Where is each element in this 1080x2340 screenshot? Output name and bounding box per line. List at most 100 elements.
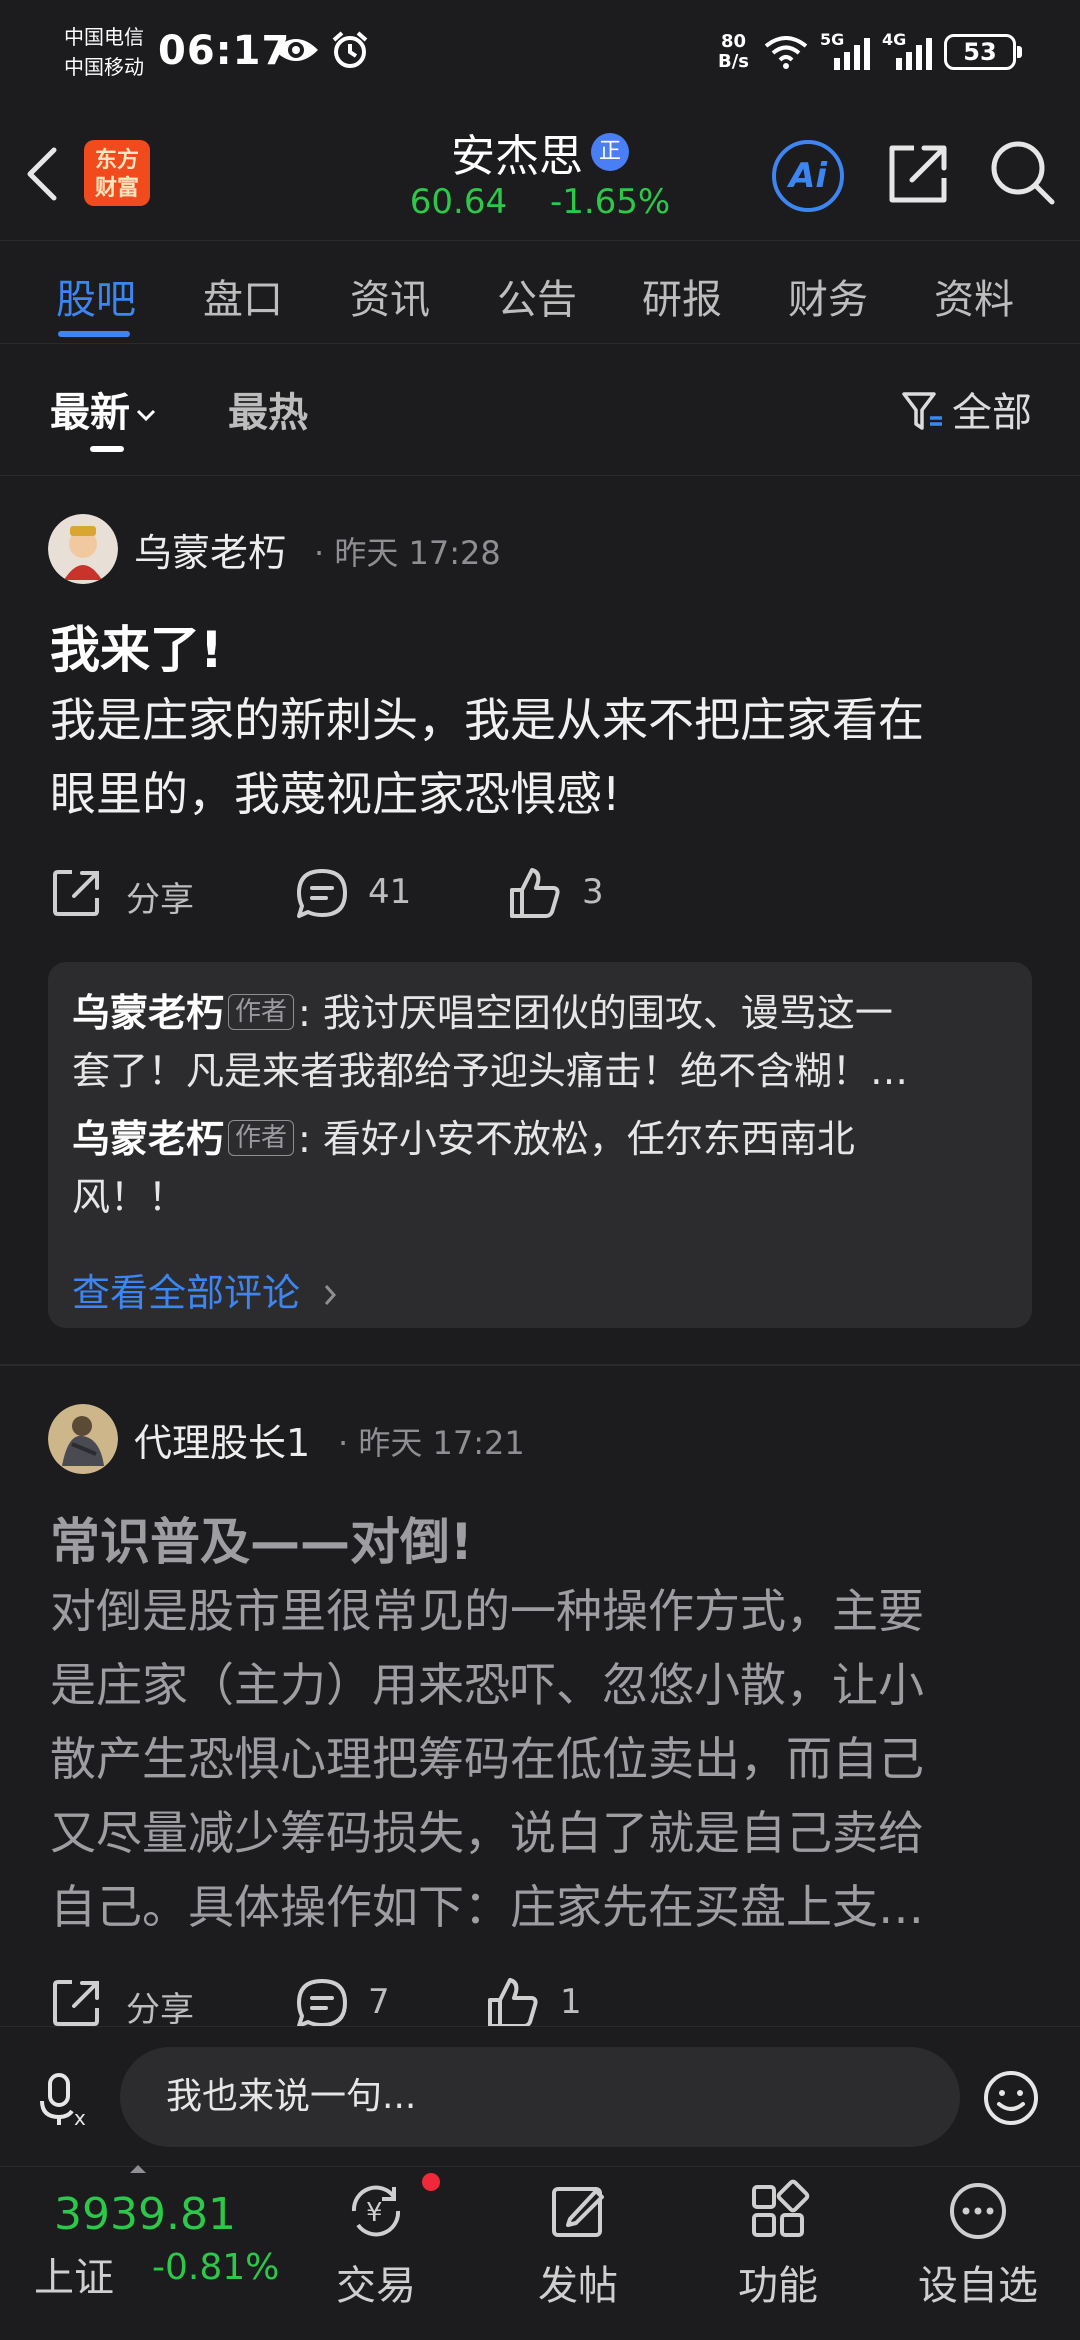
like-button[interactable]: 1 [484, 1976, 604, 2026]
post-body-line: 散产生恐惧心理把筹码在低位卖出，而自己 [50, 1732, 924, 1786]
comment-icon [297, 869, 347, 918]
like-button[interactable]: 3 [506, 866, 626, 926]
post-time-value: 昨天 17:28 [334, 534, 501, 572]
tab-news[interactable]: 资讯 [350, 267, 430, 325]
post-body-line: 又尽量减少筹码损失，说白了就是自己卖给 [50, 1806, 924, 1860]
svg-text:x: x [74, 2106, 86, 2127]
post-body-line: 我是庄家的新刺头，我是从来不把庄家看在 [50, 693, 924, 747]
share-button[interactable]: 分享 [50, 866, 210, 926]
share-button[interactable]: 分享 [50, 1976, 210, 2026]
post-time: · 昨天 17:21 [338, 1424, 525, 1462]
comment-button[interactable]: 41 [294, 866, 434, 926]
net-speed-unit: B/s [718, 51, 750, 72]
grid-icon [752, 2179, 810, 2237]
signal-4g: 4G [882, 30, 936, 70]
nav-functions-label: 功能 [738, 2263, 818, 2309]
comment-input-bar: x 我也来说一句... [0, 2026, 1080, 2166]
comment-text: : 看好小安不放松，任尔东西南北 [298, 1117, 855, 1161]
like-count: 3 [582, 872, 604, 912]
index-name: 上证 [34, 2255, 114, 2301]
thumbs-up-icon [488, 1978, 538, 2026]
emoji-icon[interactable] [982, 2069, 1040, 2127]
view-all-comments-link[interactable]: 查看全部评论 [72, 1262, 340, 1317]
like-count: 1 [560, 1982, 582, 2022]
comment-item[interactable]: 乌蒙老朽 作者: 看好小安不放松，任尔东西南北 风！！ [72, 1110, 1012, 1226]
ai-button[interactable]: Ai [772, 140, 844, 212]
comment-count: 41 [368, 872, 412, 912]
ai-label: Ai [789, 156, 827, 196]
index-change: -0.81% [152, 2247, 280, 2288]
tab-profile[interactable]: 资料 [934, 267, 1014, 325]
nav-post-label: 发帖 [538, 2263, 618, 2309]
carrier-1: 中国电信 [64, 25, 144, 49]
signal-bars-icon [896, 38, 932, 70]
post-author[interactable]: 代理股长1 [134, 1412, 310, 1467]
post-body-line: 自己。具体操作如下：庄家先在买盘上支… [50, 1880, 924, 1934]
sort-latest[interactable]: 最新 [50, 380, 158, 438]
comment-button[interactable]: 7 [294, 1976, 434, 2026]
stock-change: -1.65% [549, 182, 671, 222]
share-label: 分享 [126, 880, 194, 920]
post-title[interactable]: 常识普及——对倒! [50, 1502, 473, 1574]
stock-header: 东方 财富 安杰思正 60.64 -1.65% Ai [0, 100, 1080, 238]
sort-latest-label: 最新 [50, 390, 130, 436]
avatar[interactable] [48, 1404, 118, 1474]
post-body[interactable]: 对倒是股市里很常见的一种操作方式，主要 是庄家（主力）用来恐吓、忽悠小散，让小 … [50, 1574, 1040, 1944]
comment-item[interactable]: 乌蒙老朽 作者: 我讨厌唱空团伙的围攻、谩骂这一 套了！凡是来者我都给予迎头痛击！… [72, 984, 1012, 1100]
post-body-line: 眼里的，我蔑视庄家恐惧感! [50, 767, 621, 821]
nav-watchlist-label: 设自选 [918, 2263, 1038, 2309]
chevron-right-icon [324, 1285, 337, 1305]
share-icon [53, 870, 99, 916]
tab-finance[interactable]: 财务 [788, 267, 868, 325]
notification-dot [422, 2173, 440, 2191]
sort-indicator [90, 446, 124, 452]
post-title[interactable]: 我来了! [50, 610, 223, 682]
chevron-down-icon [136, 409, 156, 422]
verified-badge: 正 [591, 133, 629, 171]
view-all-label: 查看全部评论 [72, 1271, 301, 1315]
comment-author[interactable]: 乌蒙老朽 [72, 991, 224, 1035]
comment-preview-box[interactable]: 乌蒙老朽 作者: 我讨厌唱空团伙的围攻、谩骂这一 套了！凡是来者我都给予迎头痛击！… [48, 962, 1032, 1328]
tab-announcements[interactable]: 公告 [497, 267, 577, 325]
network-speed: 80 B/s [718, 32, 749, 72]
comment-text: : 我讨厌唱空团伙的围攻、谩骂这一 [298, 991, 893, 1035]
tab-guba[interactable]: 股吧 [56, 267, 136, 325]
sort-hot[interactable]: 最热 [228, 380, 308, 438]
search-icon[interactable] [988, 138, 1058, 208]
post-author[interactable]: 乌蒙老朽 [134, 522, 286, 577]
comment-count: 7 [368, 1982, 390, 2022]
filter-icon [902, 392, 942, 430]
filter-all-label: 全部 [952, 390, 1032, 436]
tab-research[interactable]: 研报 [642, 267, 722, 325]
avatar[interactable] [48, 514, 118, 584]
carrier-2: 中国移动 [64, 55, 144, 79]
comment-author[interactable]: 乌蒙老朽 [72, 1117, 224, 1161]
nav-trade-label: 交易 [336, 2263, 416, 2309]
bottom-navigation: 3939.81 上证 -0.81% ¥ 交易 发帖 功能 设自选 [0, 2165, 1080, 2340]
share-icon [53, 1980, 99, 2026]
tab-pankou[interactable]: 盘口 [203, 267, 283, 325]
comment-input[interactable]: 我也来说一句... [120, 2047, 960, 2147]
voice-input-icon[interactable]: x [38, 2071, 92, 2127]
alarm-icon [332, 31, 368, 68]
post-time: · 昨天 17:28 [314, 534, 501, 572]
index-value: 3939.81 [54, 2189, 236, 2240]
post-body-line: 是庄家（主力）用来恐吓、忽悠小散，让小 [50, 1658, 924, 1712]
post-body-line: 对倒是股市里很常见的一种操作方式，主要 [50, 1584, 924, 1638]
post-divider [0, 1364, 1080, 1366]
post-body[interactable]: 我是庄家的新刺头，我是从来不把庄家看在 眼里的，我蔑视庄家恐惧感! [50, 683, 1040, 831]
signal-bars-icon [834, 38, 870, 70]
author-tag: 作者 [228, 1120, 295, 1156]
comment-text: 套了！凡是来者我都给予迎头痛击！绝不含糊！… [72, 1049, 909, 1093]
eye-icon [274, 39, 318, 61]
stock-price: 60.64 [409, 182, 508, 222]
filter-all-button[interactable]: 全部 [900, 380, 1032, 438]
status-bar: 中国电信 中国移动 06:17 80 B/s 5G 4G 53 [0, 0, 1080, 100]
comment-icon [297, 1979, 347, 2026]
caret-up-icon [130, 2165, 146, 2173]
author-tag: 作者 [228, 994, 295, 1030]
more-dots-icon [950, 2183, 1006, 2239]
share-icon[interactable] [884, 140, 952, 208]
net-speed-value: 80 [720, 31, 747, 52]
thumbs-up-icon [510, 868, 560, 918]
